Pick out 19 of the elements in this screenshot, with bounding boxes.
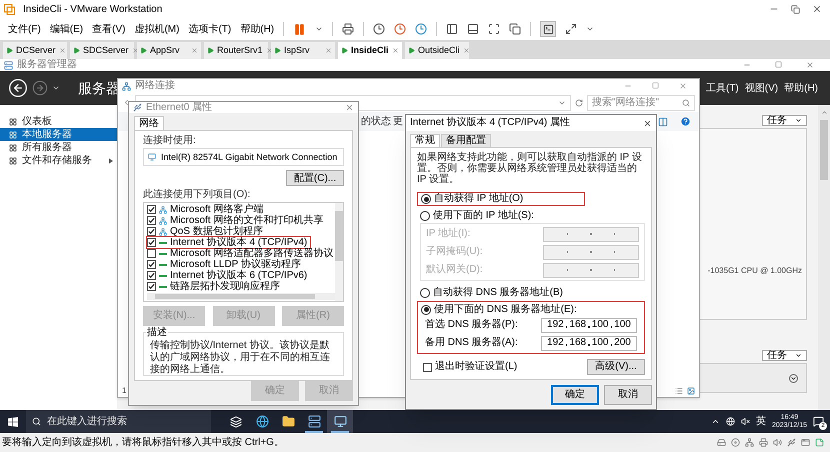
field-label: 此连接使用下列项目(O): [143, 189, 252, 200]
field-label: 备用 DNS 服务器(A): [425, 337, 518, 349]
dialog-title: Ethernet0 属性 [146, 102, 212, 113]
dialog-title: Internet 协议版本 4 (TCP/IPv4) 属性 [410, 117, 570, 129]
description-text: 传输控制协议/Internet 协议。该协议是默认的广域网络协议，用于在不同的相互连接的网络上通信。 [150, 340, 331, 376]
group-label: 描述 [146, 327, 168, 338]
window-title: 网络连接 [135, 80, 175, 92]
intro-text: 如果网络支持此功能，则可以获取自动指派的 IP 设置。否则，你需要从网络系统管理员处获得适当的 IP 设置。 [417, 152, 643, 185]
window-title: InsideCli - VMware Workstation [23, 2, 162, 16]
cpu-text: -1035G1 CPU @ 1.00GHz [708, 265, 802, 277]
window-title: 服务器管理器 [17, 59, 77, 71]
adapter-field: Intel(R) 82574L Gigabit Network Connection [143, 148, 344, 166]
field-label: 默认网关(D): [426, 264, 483, 276]
status-text: 要将输入定向到该虚拟机，请将鼠标指针移入其中或按 Ctrl+G。 [2, 436, 284, 450]
field-label: 连接时使用: [143, 135, 197, 146]
field-label: IP 地址(I): [426, 228, 470, 240]
field-label: 子网掩码(U): [426, 246, 483, 258]
status-text: 1 [122, 385, 126, 397]
field-label: 首选 DNS 服务器(P): [425, 319, 518, 331]
